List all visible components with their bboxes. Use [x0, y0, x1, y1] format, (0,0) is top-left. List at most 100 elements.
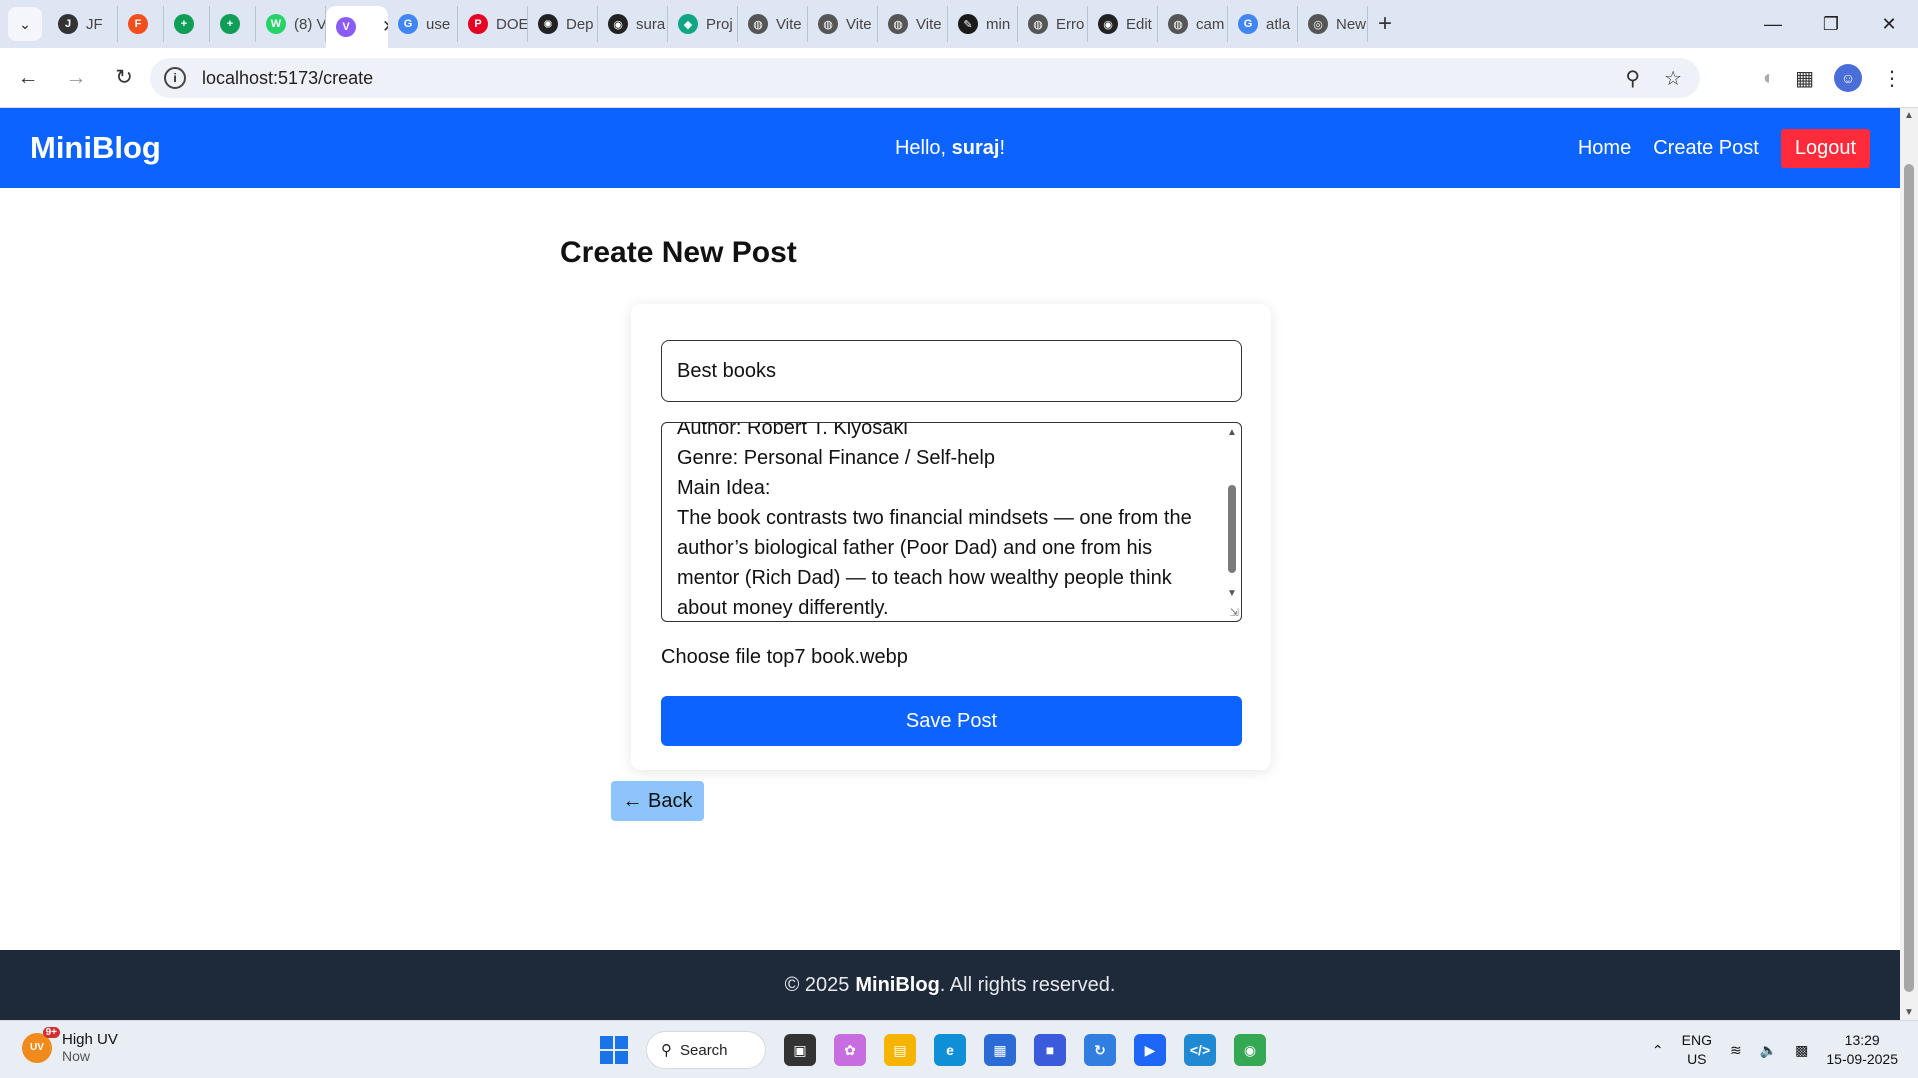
browser-tab[interactable]: W (8) V: [256, 6, 326, 42]
google-icon: G: [1238, 14, 1258, 34]
back-arrow-icon[interactable]: ←: [8, 58, 48, 98]
close-window-icon[interactable]: ✕: [1860, 0, 1918, 48]
browser-tab-label: sura: [636, 15, 666, 33]
globe-icon: ◍: [888, 14, 908, 34]
scroll-up-arrow-icon[interactable]: ▲: [1227, 427, 1237, 438]
post-body-textarea[interactable]: Author: Robert T. Kiyosaki Genre: Person…: [661, 422, 1242, 622]
chrome-icon[interactable]: ◉: [1234, 1034, 1266, 1066]
tray-chevron-up-icon[interactable]: ⌃: [1652, 1042, 1664, 1059]
clock-time: 13:29: [1844, 1032, 1880, 1048]
edge-browser-icon[interactable]: e: [934, 1034, 966, 1066]
app-icon: ✎: [958, 14, 978, 34]
browser-tab[interactable]: ✺ Dep: [528, 6, 598, 42]
page-scroll-down-icon[interactable]: ▼: [1904, 1007, 1914, 1018]
app-sync-icon[interactable]: ↻: [1084, 1034, 1116, 1066]
page-scroll-thumb[interactable]: [1904, 164, 1914, 992]
extension-status-icon[interactable]: ◐: [1763, 67, 1775, 90]
app-dark-blue-icon[interactable]: ■: [1034, 1034, 1066, 1066]
store-icon[interactable]: ▦: [984, 1034, 1016, 1066]
browser-tab-strip: ⌄ JJFF++W(8) VV✕GusePDOE✺Dep◉sura◆Proj◍V…: [0, 0, 1918, 48]
post-title-input[interactable]: [661, 340, 1242, 402]
browser-tab[interactable]: V✕: [326, 6, 388, 48]
file-explorer-icon[interactable]: ▤: [884, 1034, 916, 1066]
windows-taskbar: UV 9+ High UV Now ⚲ Search ▣ ✿ ▤ e ▦ ■ ↻ ▶…: [0, 1020, 1918, 1078]
clock-date: 15-09-2025: [1826, 1051, 1898, 1067]
volume-icon[interactable]: 🔈: [1760, 1042, 1777, 1059]
browser-tab-label: (8) V: [294, 15, 326, 33]
scroll-down-arrow-icon[interactable]: ▼: [1227, 588, 1237, 599]
battery-icon[interactable]: ▩: [1795, 1042, 1808, 1059]
browser-tab-label: Vite: [846, 15, 872, 33]
browser-tab[interactable]: ◉ sura: [598, 6, 668, 42]
browser-tab[interactable]: Guse: [388, 6, 458, 42]
choose-file-button[interactable]: Choose file: [661, 646, 761, 668]
minimize-icon[interactable]: —: [1744, 0, 1802, 48]
extensions-puzzle-icon[interactable]: ▦: [1795, 66, 1814, 91]
browser-tab[interactable]: P DOE: [458, 6, 528, 42]
textarea-scroll-thumb[interactable]: [1228, 485, 1236, 573]
password-key-icon[interactable]: ⚲: [1625, 66, 1640, 91]
forward-arrow-icon[interactable]: →: [56, 58, 96, 98]
resize-handle-icon[interactable]: ⇲: [1230, 606, 1239, 619]
browser-tab[interactable]: ◍ Vite: [738, 6, 808, 42]
page-scroll-up-icon[interactable]: ▲: [1904, 110, 1914, 121]
copilot-icon[interactable]: ✿: [834, 1034, 866, 1066]
nav-home-link[interactable]: Home: [1578, 137, 1631, 160]
address-bar[interactable]: i localhost:5173/create ⚲ ☆: [150, 58, 1700, 98]
browser-toolbar: ← → ↻ i localhost:5173/create ⚲ ☆ ◐ ▦ ☺ …: [0, 48, 1918, 108]
diamond-icon: ◆: [678, 14, 698, 34]
wifi-icon[interactable]: ≋: [1730, 1042, 1742, 1059]
page-viewport: MiniBlog Hello, suraj! Home Create Post …: [0, 108, 1900, 1020]
browser-tab[interactable]: F: [118, 6, 164, 42]
taskbar-search[interactable]: ⚲ Search: [646, 1031, 766, 1069]
save-post-button[interactable]: Save Post: [661, 696, 1242, 746]
windows-start-icon[interactable]: [600, 1036, 628, 1064]
task-view-icon[interactable]: ▣: [784, 1034, 816, 1066]
url-text: localhost:5173/create: [202, 67, 374, 88]
browser-tab[interactable]: ◍ Vite: [808, 6, 878, 42]
page-footer: © 2025 MiniBlog. All rights reserved.: [0, 950, 1900, 1020]
bookmark-star-icon[interactable]: ☆: [1664, 66, 1682, 91]
browser-tab[interactable]: ✎ min: [948, 6, 1018, 42]
tab-list: JJFF++W(8) VV✕GusePDOE✺Dep◉sura◆Proj◍Vit…: [48, 0, 1368, 48]
profile-avatar[interactable]: ☺: [1834, 64, 1862, 92]
browser-tab[interactable]: +: [210, 6, 256, 42]
textarea-scrollbar[interactable]: ▲ ▼: [1225, 425, 1239, 619]
browser-tab[interactable]: ◉ Edit: [1088, 6, 1158, 42]
language-indicator[interactable]: ENG US: [1682, 1031, 1712, 1069]
new-tab-plus-icon[interactable]: +: [1378, 10, 1392, 38]
browser-tab-label: Erro: [1056, 15, 1085, 33]
language-region: US: [1687, 1051, 1707, 1067]
browser-tab[interactable]: Gatla: [1228, 6, 1298, 42]
back-button[interactable]: ← Back: [611, 781, 704, 821]
file-chooser[interactable]: Choose file top7 book.webp: [661, 646, 908, 669]
browser-menu-icon[interactable]: ⋮: [1882, 66, 1902, 91]
brand-logo[interactable]: MiniBlog: [30, 130, 161, 166]
browser-tab-label: use: [426, 15, 451, 33]
browser-tab-label: New: [1336, 15, 1367, 33]
weather-widget[interactable]: UV 9+ High UV Now: [22, 1026, 118, 1064]
restore-icon[interactable]: ❐: [1802, 0, 1860, 48]
zoom-icon[interactable]: ▶: [1134, 1034, 1166, 1066]
nav-create-post-link[interactable]: Create Post: [1653, 137, 1759, 160]
tab-search-chevron-icon[interactable]: ⌄: [8, 7, 42, 41]
page-scrollbar[interactable]: ▲ ▼: [1900, 108, 1918, 1020]
browser-tab[interactable]: ◍ Vite: [878, 6, 948, 42]
browser-tab-label: cam: [1196, 15, 1225, 33]
vscode-icon[interactable]: </>: [1184, 1034, 1216, 1066]
site-info-icon[interactable]: i: [164, 67, 186, 89]
logout-button[interactable]: Logout: [1780, 128, 1870, 168]
browser-tab[interactable]: ◍ cam: [1158, 6, 1228, 42]
figma-icon: F: [128, 14, 148, 34]
browser-tab[interactable]: ◆ Proj: [668, 6, 738, 42]
browser-tab[interactable]: J JF: [48, 6, 118, 42]
search-icon: ⚲: [661, 1042, 672, 1059]
browser-tab[interactable]: ◍ Erro: [1018, 6, 1088, 42]
reload-icon[interactable]: ↻: [104, 58, 144, 98]
browser-tab[interactable]: +: [164, 6, 210, 42]
create-post-form: Author: Robert T. Kiyosaki Genre: Person…: [631, 304, 1271, 770]
globe-icon: ◍: [818, 14, 838, 34]
browser-tab[interactable]: ◎ New: [1298, 6, 1368, 42]
globe-icon: ◍: [1168, 14, 1188, 34]
clock[interactable]: 13:29 15-09-2025: [1826, 1031, 1898, 1069]
